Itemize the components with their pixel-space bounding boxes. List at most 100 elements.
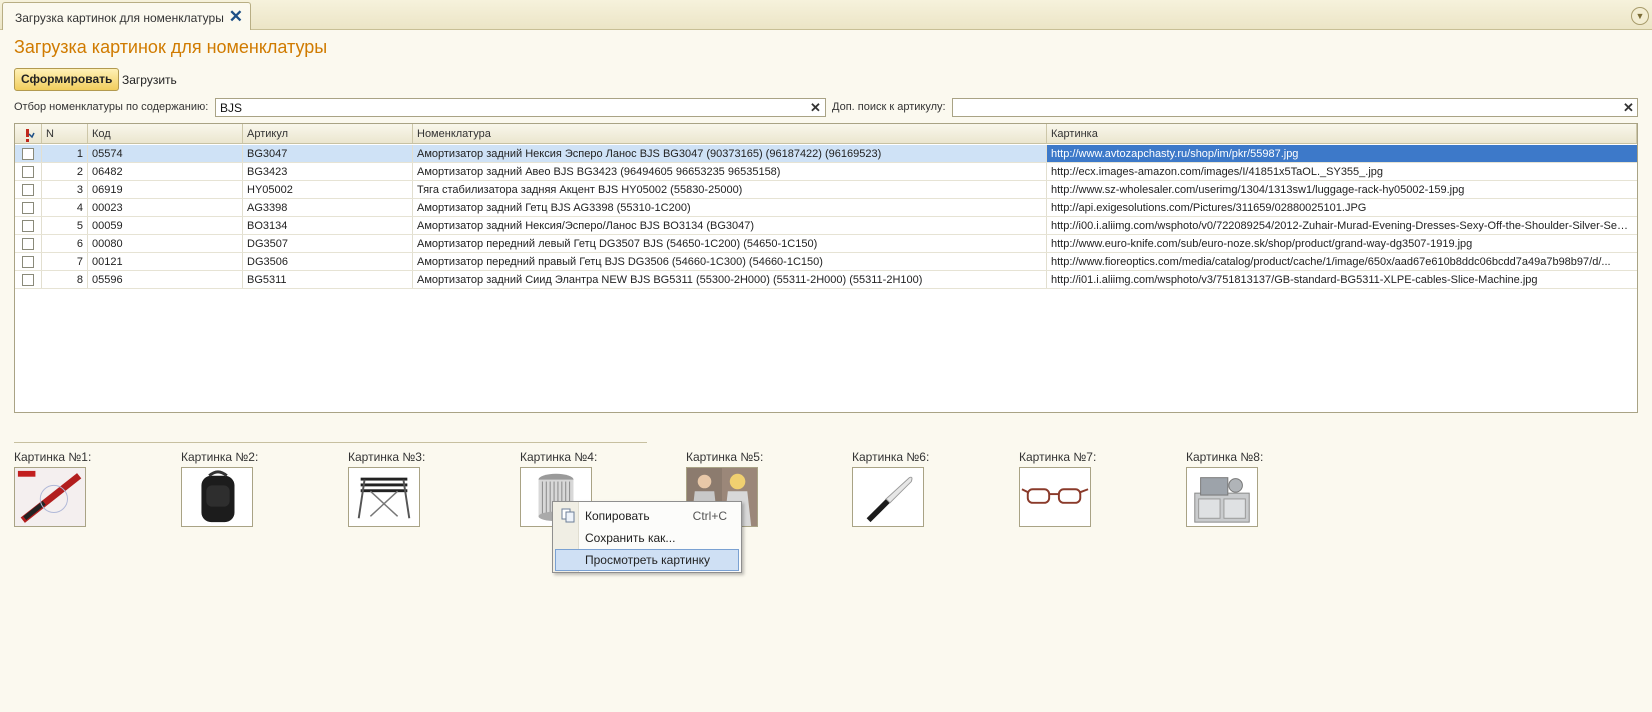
- form-button[interactable]: Сформировать: [14, 68, 120, 91]
- picture-label: Картинка №8:: [1186, 450, 1264, 464]
- checkbox[interactable]: [22, 238, 34, 250]
- save-as-menu-item[interactable]: Сохранить как...: [555, 527, 739, 549]
- row-number: 2: [42, 163, 88, 180]
- row-picture-url: http://www.euro-knife.com/sub/euro-noze.…: [1051, 238, 1473, 250]
- row-checkbox[interactable]: [15, 217, 42, 234]
- row-picture-url: http://api.exigesolutions.com/Pictures/3…: [1051, 202, 1367, 214]
- table-row[interactable]: 2 06482 BG3423 Амортизатор задний Авео BJS …: [15, 163, 1637, 181]
- table-row[interactable]: 8 05596 BG5311 Амортизатор задний Сиид Элан…: [15, 271, 1637, 289]
- context-menu: Копировать Ctrl+C Сохранить как... Просм…: [552, 501, 742, 573]
- glasses-image[interactable]: [1019, 467, 1091, 527]
- article-search-input[interactable]: [952, 98, 1638, 117]
- table-row[interactable]: 6 00080 DG3507 Амортизатор передний левый Г…: [15, 235, 1637, 253]
- picture-block: Картинка №7:: [1019, 450, 1169, 530]
- page-title: Загрузка картинок для номенклатуры: [14, 37, 328, 57]
- table-row[interactable]: 5 00059 BO3134 Амортизатор задний Нексия/Эс…: [15, 217, 1637, 235]
- items-table: N Код Артикул Номенклатура Картинка 1 055…: [14, 123, 1638, 413]
- row-nomenclature: Амортизатор передний левый Гетц DG3507 B…: [413, 235, 1047, 252]
- picture-block: Картинка №3:: [348, 450, 498, 530]
- checkbox[interactable]: [22, 202, 34, 214]
- picture-block: Картинка №1:: [14, 450, 164, 530]
- checkbox[interactable]: [22, 184, 34, 196]
- picture-label: Картинка №1:: [14, 450, 92, 464]
- row-number: 4: [42, 199, 88, 216]
- tab-bar: Загрузка картинок для номенклатуры ✕ ▼: [0, 0, 1652, 30]
- row-code: 05596: [88, 271, 243, 288]
- picture-block: Картинка №8:: [1186, 450, 1336, 530]
- picture-label: Картинка №7:: [1019, 450, 1097, 464]
- row-checkbox[interactable]: [15, 199, 42, 216]
- picture-block: Картинка №6:: [852, 450, 1002, 530]
- tab-active[interactable]: Загрузка картинок для номенклатуры ✕: [2, 2, 251, 30]
- checkbox[interactable]: [22, 274, 34, 286]
- checkbox[interactable]: [22, 256, 34, 268]
- backpack-image[interactable]: [181, 467, 253, 527]
- row-checkbox[interactable]: [15, 271, 42, 288]
- picture-label: Картинка №3:: [348, 450, 426, 464]
- table-row[interactable]: 7 00121 DG3506 Амортизатор передний правый …: [15, 253, 1637, 271]
- row-article: AG3398: [243, 199, 413, 216]
- row-picture-url: http://i01.i.aliimg.com/wsphoto/v3/75181…: [1051, 274, 1538, 286]
- row-article: HY05002: [243, 181, 413, 198]
- row-article: BG5311: [243, 271, 413, 288]
- check-mark-icon: [26, 129, 35, 142]
- row-checkbox[interactable]: [15, 235, 42, 252]
- checkbox[interactable]: [22, 166, 34, 178]
- column-header-nomenclature[interactable]: Номенклатура: [413, 124, 1047, 143]
- row-picture-url: http://www.fioreoptics.com/media/catalog…: [1051, 256, 1611, 268]
- luggage-rack-image[interactable]: [348, 467, 420, 527]
- row-checkbox[interactable]: [15, 253, 42, 270]
- row-nomenclature: Амортизатор задний Сиид Элантра NEW BJS …: [413, 271, 1047, 288]
- row-number: 7: [42, 253, 88, 270]
- mark-column-header[interactable]: [15, 124, 42, 143]
- column-header-n[interactable]: N: [42, 124, 88, 143]
- pen-image[interactable]: [14, 467, 86, 527]
- row-checkbox[interactable]: [15, 145, 42, 162]
- view-picture-menu-item[interactable]: Просмотреть картинку: [555, 549, 739, 571]
- row-number: 3: [42, 181, 88, 198]
- row-code: 00080: [88, 235, 243, 252]
- close-icon[interactable]: ✕: [229, 8, 243, 25]
- row-article: DG3506: [243, 253, 413, 270]
- load-button[interactable]: Загрузить: [122, 73, 177, 87]
- row-picture-url: http://www.sz-wholesaler.com/userimg/130…: [1051, 184, 1465, 196]
- table-row[interactable]: 3 06919 HY05002 Тяга стабилизатора задняя А…: [15, 181, 1637, 199]
- picture-block: Картинка №2:: [181, 450, 331, 530]
- row-article: BG3047: [243, 145, 413, 162]
- row-picture-url: http://ecx.images-amazon.com/images/I/41…: [1051, 166, 1384, 178]
- column-header-picture[interactable]: Картинка: [1047, 124, 1637, 143]
- table-header: N Код Артикул Номенклатура Картинка: [15, 124, 1637, 144]
- column-header-code[interactable]: Код: [88, 124, 243, 143]
- row-checkbox[interactable]: [15, 181, 42, 198]
- row-number: 6: [42, 235, 88, 252]
- row-nomenclature: Амортизатор задний Нексия/Эсперо/Ланос B…: [413, 217, 1047, 234]
- tab-title: Загрузка картинок для номенклатуры: [15, 11, 224, 25]
- copy-menu-label: Копировать: [585, 509, 650, 523]
- copy-menu-item[interactable]: Копировать Ctrl+C: [555, 505, 739, 527]
- save-as-menu-label: Сохранить как...: [585, 531, 676, 545]
- row-checkbox[interactable]: [15, 163, 42, 180]
- row-code: 06919: [88, 181, 243, 198]
- row-code: 06482: [88, 163, 243, 180]
- row-number: 1: [42, 145, 88, 162]
- table-row[interactable]: 4 00023 AG3398 Амортизатор задний Гетц BJS …: [15, 199, 1637, 217]
- row-nomenclature: Амортизатор задний Нексия Эсперо Ланос B…: [413, 145, 1047, 162]
- copy-icon: [561, 508, 575, 523]
- checkbox[interactable]: [22, 148, 34, 160]
- checkbox[interactable]: [22, 220, 34, 232]
- clear-content-filter-icon[interactable]: ✕: [807, 99, 824, 116]
- row-picture-url: http://www.avtozapchasty.ru/shop/im/pkr/…: [1047, 145, 1637, 162]
- row-number: 8: [42, 271, 88, 288]
- knife-image[interactable]: [852, 467, 924, 527]
- table-row[interactable]: 1 05574 BG3047 Амортизатор задний Нексия Эс…: [15, 145, 1637, 163]
- chevron-down-icon[interactable]: ▼: [1631, 7, 1649, 25]
- article-search-label: Доп. поиск к артикулу:: [832, 101, 946, 113]
- content-filter-input[interactable]: [215, 98, 826, 117]
- machine-image[interactable]: [1186, 467, 1258, 527]
- clear-article-search-icon[interactable]: ✕: [1620, 99, 1637, 116]
- picture-label: Картинка №6:: [852, 450, 930, 464]
- column-header-article[interactable]: Артикул: [243, 124, 413, 143]
- picture-label: Картинка №4:: [520, 450, 598, 464]
- picture-label: Картинка №2:: [181, 450, 259, 464]
- row-article: BG3423: [243, 163, 413, 180]
